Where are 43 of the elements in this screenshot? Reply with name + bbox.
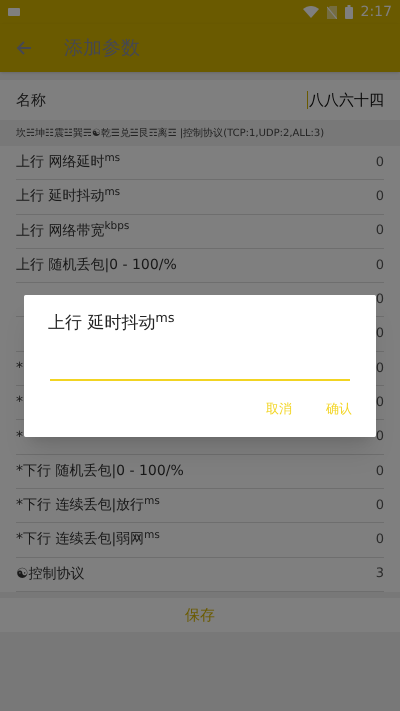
param-label: * [16,428,23,447]
hint-text: 坎☵坤☷震☳巽☴☯乾☰兑☱艮☶离☲ |控制协议(TCP:1,UDP:2,ALL:3) [16,126,324,140]
clock-time: 2:17 [360,2,392,22]
param-row[interactable]: *下行 随机丢包|0 - 100/% 0 [16,454,384,489]
param-value: 0 [376,428,384,446]
param-label: 上行 延时抖动$^{ms}$ [16,186,120,206]
param-row[interactable]: *下行 连续丢包|放行$^{ms}$ 0 [16,488,384,524]
battery-icon [344,5,353,19]
param-label: *下行 连续丢包|弱网$^{ms}$ [16,529,160,550]
param-label: *下行 连续丢包|放行$^{ms}$ [16,495,160,516]
back-arrow-icon [16,40,32,56]
param-value: 0 [376,188,384,206]
param-label: 上行 随机丢包|0 - 100/% [16,256,177,276]
param-label: 上行 网络延时$^{ms}$ [16,152,120,172]
field-label: 名称 [16,90,46,111]
param-value: 0 [376,394,384,412]
name-input[interactable]: 八八六十四 [307,88,384,112]
param-value: 0 [376,360,384,378]
param-value: 0 [376,222,384,240]
param-value: 0 [376,291,384,310]
param-value: 0 [376,496,384,515]
param-label: * [16,393,23,412]
param-label: *下行 随机丢包|0 - 100/% [16,462,184,481]
keyboard-icon [8,8,20,16]
param-row[interactable]: 上行 随机丢包|0 - 100/% 0 [16,248,384,284]
param-label: ☯控制协议 [16,564,85,584]
param-row[interactable]: 上行 网络带宽$^{kbps}$ 0 [16,214,384,249]
param-row[interactable]: 上行 网络延时$^{ms}$ 0 [16,146,384,180]
param-label: * [16,358,23,378]
app-bar-title: 添加参数 [64,36,140,61]
param-value: 0 [376,462,384,481]
no-sim-icon [326,6,337,18]
param-label: 上行 网络带宽$^{kbps}$ [16,220,130,241]
param-value: 0 [376,325,384,344]
param-value: 0 [376,531,384,550]
param-value: 0 [376,256,384,275]
wifi-icon [302,6,319,18]
param-row[interactable]: 上行 延时抖动$^{ms}$ 0 [16,180,384,215]
param-row[interactable]: ☯控制协议 3 [16,558,384,592]
param-value: 0 [376,154,384,172]
dialog-title: 上行 延时抖动$^{ms}$ [48,311,176,335]
param-value: 3 [376,565,384,584]
param-row[interactable]: *下行 连续丢包|弱网$^{ms}$ 0 [16,523,384,558]
